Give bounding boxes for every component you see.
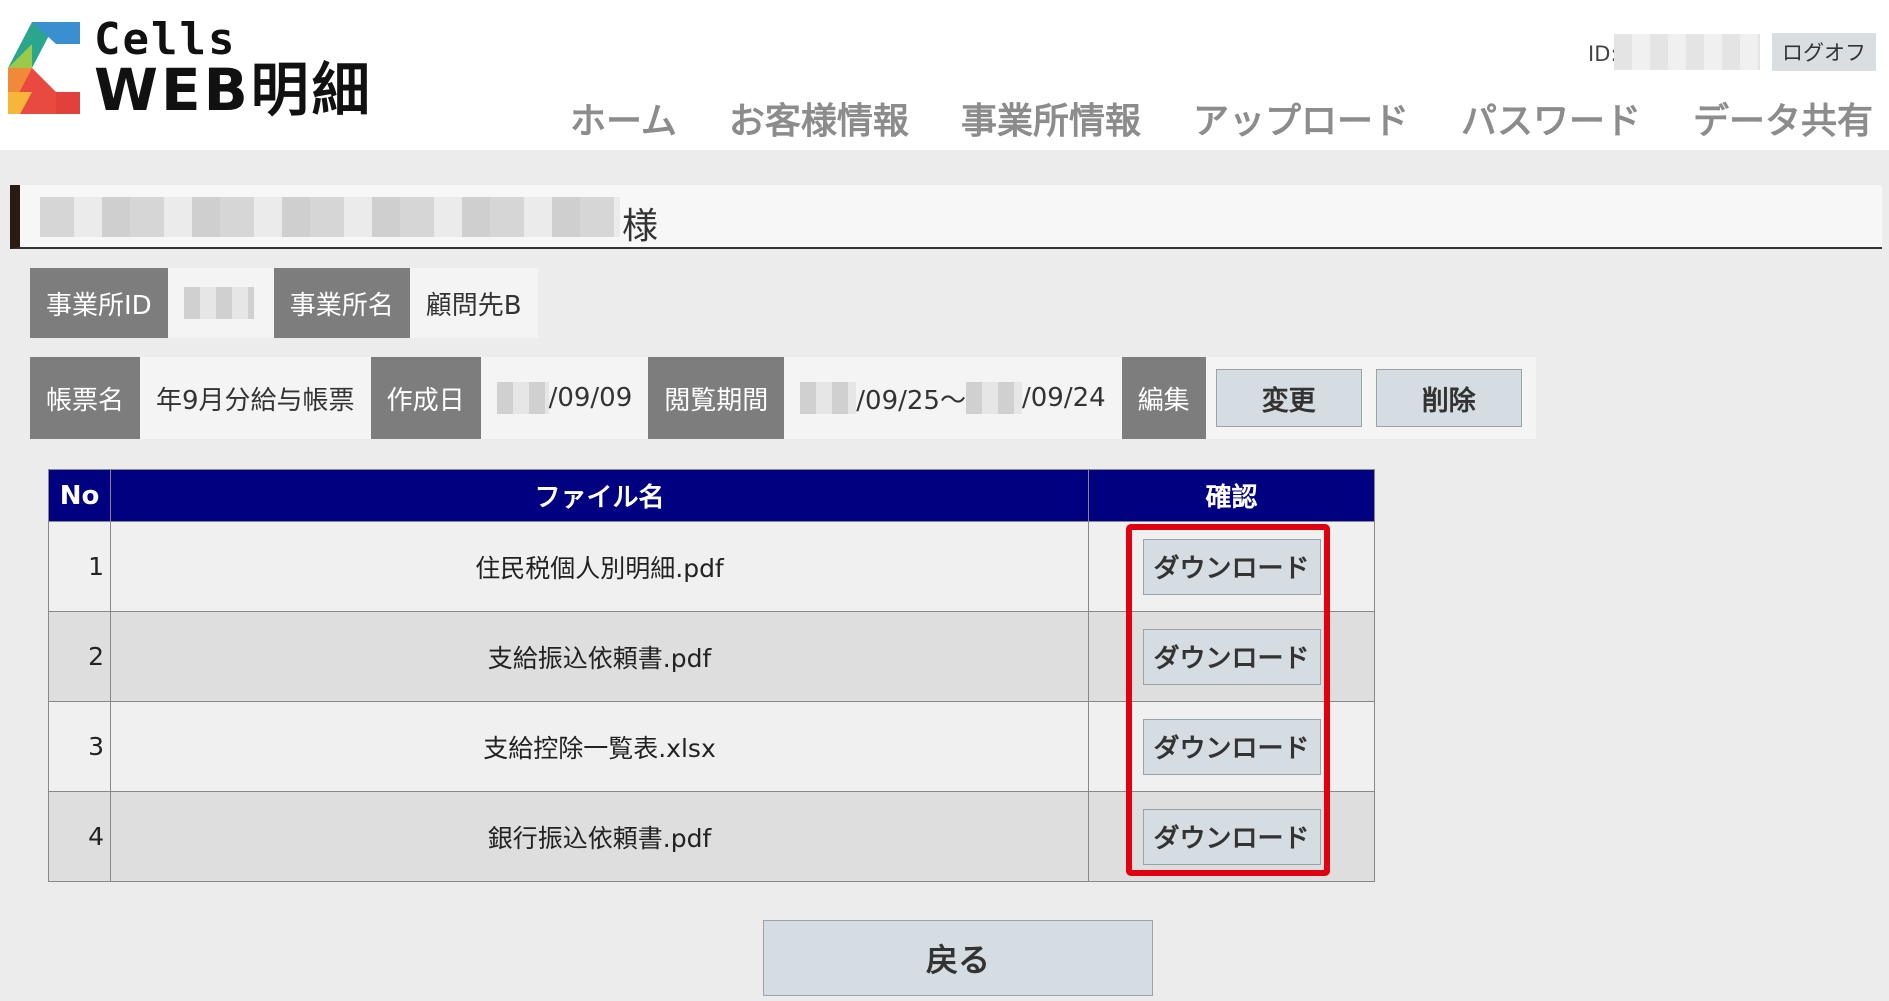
customer-banner: 様 bbox=[10, 185, 1882, 249]
delete-button[interactable]: 削除 bbox=[1375, 369, 1522, 427]
main-nav: ホーム お客様情報 事業所情報 アップロード パスワード データ共有 bbox=[518, 92, 1873, 144]
header: Cells WEB明細 ID: ログオフ ホーム お客様情報 事業所情報 アップ… bbox=[0, 0, 1889, 150]
nav-office-info[interactable]: 事業所情報 bbox=[961, 92, 1141, 144]
office-id-value bbox=[167, 268, 274, 338]
file-table: No ファイル名 確認 1 住民税個人別明細.pdf ダウンロード 2 支給振込… bbox=[48, 469, 1375, 882]
download-button[interactable]: ダウンロード bbox=[1142, 538, 1321, 595]
customer-name-masked bbox=[40, 197, 620, 237]
office-id-masked bbox=[183, 287, 254, 319]
back-button[interactable]: 戻る bbox=[763, 920, 1153, 996]
period-end-year-masked bbox=[965, 382, 1022, 414]
office-name-value: 顧問先B bbox=[409, 268, 538, 338]
header-no: No bbox=[48, 469, 111, 522]
period-start-year-masked bbox=[800, 382, 857, 414]
created-date-label: 作成日 bbox=[370, 357, 481, 439]
download-button[interactable]: ダウンロード bbox=[1142, 718, 1321, 775]
row-filename: 支給振込依頼書.pdf bbox=[110, 611, 1089, 702]
edit-actions: 変更 削除 bbox=[1205, 357, 1536, 439]
logo-text-web-meisai: WEB明細 bbox=[94, 56, 373, 124]
row-action-cell: ダウンロード bbox=[1088, 611, 1375, 702]
header-confirm: 確認 bbox=[1088, 469, 1375, 522]
cells-logo-icon bbox=[8, 22, 80, 114]
view-period-label: 閲覧期間 bbox=[648, 357, 785, 439]
office-info-row: 事業所ID 事業所名 顧問先B bbox=[30, 268, 538, 338]
logout-button[interactable]: ログオフ bbox=[1772, 33, 1876, 71]
table-header-row: No ファイル名 確認 bbox=[48, 469, 1375, 522]
view-period-value: /09/25〜 /09/24 bbox=[784, 357, 1122, 439]
table-row: 1 住民税個人別明細.pdf ダウンロード bbox=[48, 521, 1375, 612]
nav-customer-info[interactable]: お客様情報 bbox=[729, 92, 909, 144]
table-row: 3 支給控除一覧表.xlsx ダウンロード bbox=[48, 701, 1375, 792]
row-no: 3 bbox=[48, 701, 111, 792]
row-action-cell: ダウンロード bbox=[1088, 521, 1375, 612]
nav-data-share[interactable]: データ共有 bbox=[1693, 92, 1873, 144]
customer-honorific: 様 bbox=[622, 206, 659, 247]
period-start-text: /09/25〜 bbox=[856, 385, 966, 416]
change-button[interactable]: 変更 bbox=[1215, 369, 1362, 427]
office-name-label: 事業所名 bbox=[273, 268, 410, 338]
form-name-label: 帳票名 bbox=[30, 357, 141, 439]
row-no: 4 bbox=[48, 791, 111, 882]
row-no: 1 bbox=[48, 521, 111, 612]
form-info-row: 帳票名 年9月分給与帳票 作成日 /09/09 閲覧期間 /09/25〜/09/… bbox=[30, 357, 1536, 439]
row-action-cell: ダウンロード bbox=[1088, 701, 1375, 792]
row-filename: 支給控除一覧表.xlsx bbox=[110, 701, 1089, 792]
nav-home[interactable]: ホーム bbox=[570, 92, 677, 144]
row-no: 2 bbox=[48, 611, 111, 702]
download-button[interactable]: ダウンロード bbox=[1142, 808, 1321, 865]
created-date-text: /09/09 bbox=[548, 383, 633, 413]
period-end-text: /09/24 bbox=[1021, 383, 1106, 413]
created-year-masked bbox=[496, 382, 549, 414]
nav-upload[interactable]: アップロード bbox=[1193, 92, 1409, 144]
created-date-value: /09/09 bbox=[480, 357, 649, 439]
nav-password[interactable]: パスワード bbox=[1461, 92, 1641, 144]
table-row: 4 銀行振込依頼書.pdf ダウンロード bbox=[48, 791, 1375, 882]
download-button[interactable]: ダウンロード bbox=[1142, 628, 1321, 685]
office-id-label: 事業所ID bbox=[30, 268, 168, 338]
row-action-cell: ダウンロード bbox=[1088, 791, 1375, 882]
table-row: 2 支給振込依頼書.pdf ダウンロード bbox=[48, 611, 1375, 702]
form-name-value: 年9月分給与帳票 bbox=[140, 357, 371, 439]
edit-label: 編集 bbox=[1121, 357, 1206, 439]
row-filename: 銀行振込依頼書.pdf bbox=[110, 791, 1089, 882]
row-filename: 住民税個人別明細.pdf bbox=[110, 521, 1089, 612]
user-id-value-masked bbox=[1614, 34, 1760, 70]
header-filename: ファイル名 bbox=[110, 469, 1089, 522]
